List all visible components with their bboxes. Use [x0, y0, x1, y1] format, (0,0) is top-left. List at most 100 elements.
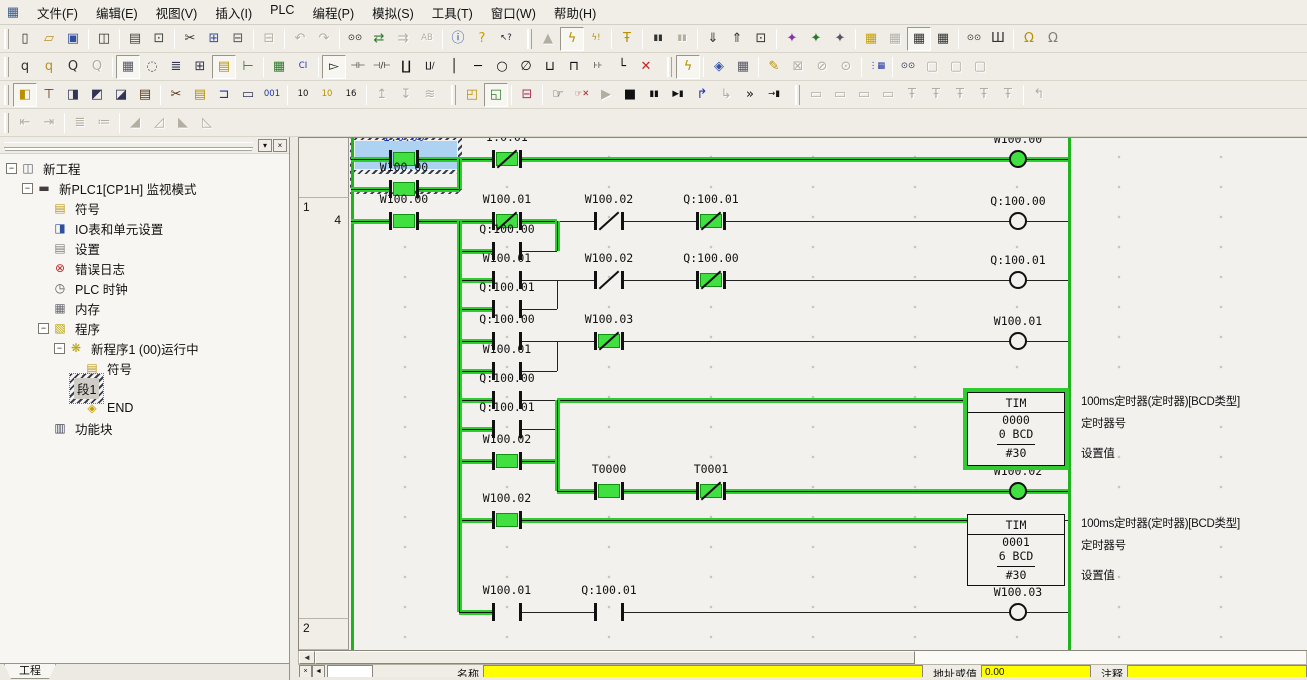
btn-online-edit-send[interactable]: ✦	[804, 27, 828, 51]
btn-work-online[interactable]: ϟ	[560, 27, 584, 51]
btn-compare-with-plc[interactable]: ⊡	[749, 27, 773, 51]
btn-online-edit-search[interactable]: ✦	[828, 27, 852, 51]
btn-toggle-project-workspace[interactable]: ◧	[13, 83, 37, 107]
btn-run-to-next-break[interactable]: ▶▮	[666, 83, 690, 107]
btn-watch-sheet[interactable]: ⊐	[212, 83, 236, 107]
btn-new-instruction-box[interactable]: ⊓	[562, 55, 586, 79]
coil-w100-03[interactable]	[1009, 603, 1027, 621]
watch-selector[interactable]	[327, 665, 373, 677]
contact-w100-02[interactable]	[492, 507, 522, 533]
btn-scan-run[interactable]: →▮	[762, 83, 786, 107]
plc1-collapse-icon[interactable]: −	[22, 183, 33, 194]
tree-item-memory[interactable]: ▦内存	[0, 298, 289, 318]
btn-cross-reference[interactable]: ✂	[164, 83, 188, 107]
btn-open-project[interactable]: ▱	[37, 27, 61, 51]
new-project-collapse-icon[interactable]: −	[6, 163, 17, 174]
contact-w100-02[interactable]	[594, 267, 624, 293]
tree-item-new-project[interactable]: −◫新工程	[0, 158, 289, 178]
contact-t0001[interactable]	[696, 478, 726, 504]
menu-item-1[interactable]: 编辑(E)	[87, 0, 147, 26]
contact-w100-01[interactable]	[492, 599, 522, 625]
btn-step-run[interactable]: ↱	[690, 83, 714, 107]
btn-toggle-output-window[interactable]: ◪	[109, 83, 133, 107]
btn-continuous-step-run[interactable]: »	[738, 83, 762, 107]
btn-view-mnemonic[interactable]: ▦	[931, 27, 955, 51]
workspace-title-bar[interactable]: ▾ ×	[0, 137, 289, 154]
menu-item-2[interactable]: 视图(V)	[147, 0, 207, 26]
btn-online-edit-begin[interactable]: ✦	[780, 27, 804, 51]
btn-lock-program[interactable]: Ω	[1017, 27, 1041, 51]
watch-name-field[interactable]	[483, 665, 923, 677]
btn-print-preview[interactable]: ⊡	[147, 27, 171, 51]
btn-transfer-from-plc[interactable]: ⇑	[725, 27, 749, 51]
tree-item-program1[interactable]: −❋新程序1 (00)运行中	[0, 338, 289, 358]
btn-new-closed-coil[interactable]: ∅	[514, 55, 538, 79]
btn-zoom[interactable]: q	[13, 55, 37, 79]
btn-pause-monitor-hand[interactable]: ☞	[546, 83, 570, 107]
rung-margin-cell[interactable]	[299, 138, 349, 198]
btn-monitor-hex[interactable]: 16	[339, 83, 363, 107]
btn-about[interactable]: ⓘ	[446, 27, 470, 51]
btn-view-mnemonics[interactable]: ▦	[267, 55, 291, 79]
tim-0000-block[interactable]: TIM00000 BCD#30	[967, 392, 1065, 466]
contact-w100-02[interactable]	[594, 208, 624, 234]
btn-sync-windows[interactable]: ⊟	[515, 83, 539, 107]
btn-show-rung-annotations[interactable]: ◌	[140, 55, 164, 79]
ladder-diagram[interactable]: 142I:0.00I:0.01W100.00W100.00W100.01W100…	[299, 138, 1306, 650]
btn-dialog-monitor[interactable]: ▭	[236, 83, 260, 107]
btn-monitor-signed-decimal[interactable]: 10	[315, 83, 339, 107]
watch-comment-field[interactable]	[1127, 665, 1307, 677]
btn-context-help[interactable]: ↖?	[494, 27, 518, 51]
tree-item-symbols[interactable]: ▤符号	[0, 198, 289, 218]
program1-collapse-icon[interactable]: −	[54, 343, 65, 354]
btn-plc-settings[interactable]: ◰	[460, 83, 484, 107]
btn-new-or-contact[interactable]: ∐	[394, 55, 418, 79]
btn-cut[interactable]: ✂	[178, 27, 202, 51]
btn-new-vertical-line[interactable]: │	[442, 55, 466, 79]
btn-find[interactable]: ⊙⊙	[343, 27, 367, 51]
menu-item-7[interactable]: 工具(T)	[423, 0, 482, 26]
contact-q-100-01[interactable]	[696, 208, 726, 234]
btn-copy[interactable]: ⊞	[202, 27, 226, 51]
menu-item-4[interactable]: PLC	[261, 0, 303, 26]
btn-data-trace[interactable]: ▦	[731, 55, 755, 79]
btn-stop-simulation[interactable]: ■	[618, 83, 642, 107]
btn-hold-monitor[interactable]: ⊙⊙	[896, 55, 920, 79]
contact-i-0-01[interactable]	[492, 146, 522, 172]
workspace-grip[interactable]	[4, 142, 253, 148]
btn-new-horizontal-line[interactable]: ─	[466, 55, 490, 79]
scrollbar-track[interactable]	[915, 651, 1306, 664]
btn-show-grid[interactable]: ▦	[116, 55, 140, 79]
tim-0001-block[interactable]: TIM00016 BCD#30	[967, 514, 1065, 586]
menu-item-3[interactable]: 插入(I)	[206, 0, 261, 26]
btn-delete-line[interactable]: ✕	[634, 55, 658, 79]
tree-item-section-end[interactable]: ◈END	[0, 398, 289, 418]
btn-toggle-address-reference[interactable]: ◩	[85, 83, 109, 107]
rung-margin-cell[interactable]: 14	[299, 198, 349, 619]
tree-item-programs[interactable]: −▧程序	[0, 318, 289, 338]
btn-io-rack[interactable]: Ш	[986, 27, 1010, 51]
tree-item-plc-clock[interactable]: ◷PLC 时钟	[0, 278, 289, 298]
btn-new-or-closed-contact[interactable]: ∐∕	[418, 55, 442, 79]
tree-item-program1-symbols[interactable]: ▤符号	[0, 358, 289, 378]
btn-find-in-project[interactable]: ◫	[92, 27, 116, 51]
btn-view-io-table[interactable]: ▦	[859, 27, 883, 51]
btn-new-coil[interactable]: ○	[490, 55, 514, 79]
contact-q-100-00[interactable]	[696, 267, 726, 293]
tree-item-function-blocks[interactable]: ▥功能块	[0, 418, 289, 438]
btn-monitor-decimal[interactable]: 10	[291, 83, 315, 107]
btn-online-warning[interactable]: ϟ!	[584, 27, 608, 51]
menu-item-8[interactable]: 窗口(W)	[482, 0, 545, 26]
btn-work-online-simulator[interactable]: ◱	[484, 83, 508, 107]
btn-differential-monitor[interactable]: ◈	[707, 55, 731, 79]
menu-item-5[interactable]: 编程(P)	[303, 0, 363, 26]
workspace-dock-button[interactable]: ▾	[258, 139, 272, 152]
btn-new-function-block[interactable]: ⊦⊦	[586, 55, 610, 79]
watch-address-field[interactable]: 0.00	[981, 665, 1091, 677]
coil-q-100-00[interactable]	[1009, 212, 1027, 230]
scrollbar-thumb[interactable]	[315, 651, 915, 664]
btn-show-symbol-bar[interactable]: ▤	[212, 55, 236, 79]
btn-new-contact[interactable]: ⊣⊢	[346, 55, 370, 79]
tree-item-error-log[interactable]: ⊗错误日志	[0, 258, 289, 278]
btn-transfer-to-plc[interactable]: ⇓	[701, 27, 725, 51]
